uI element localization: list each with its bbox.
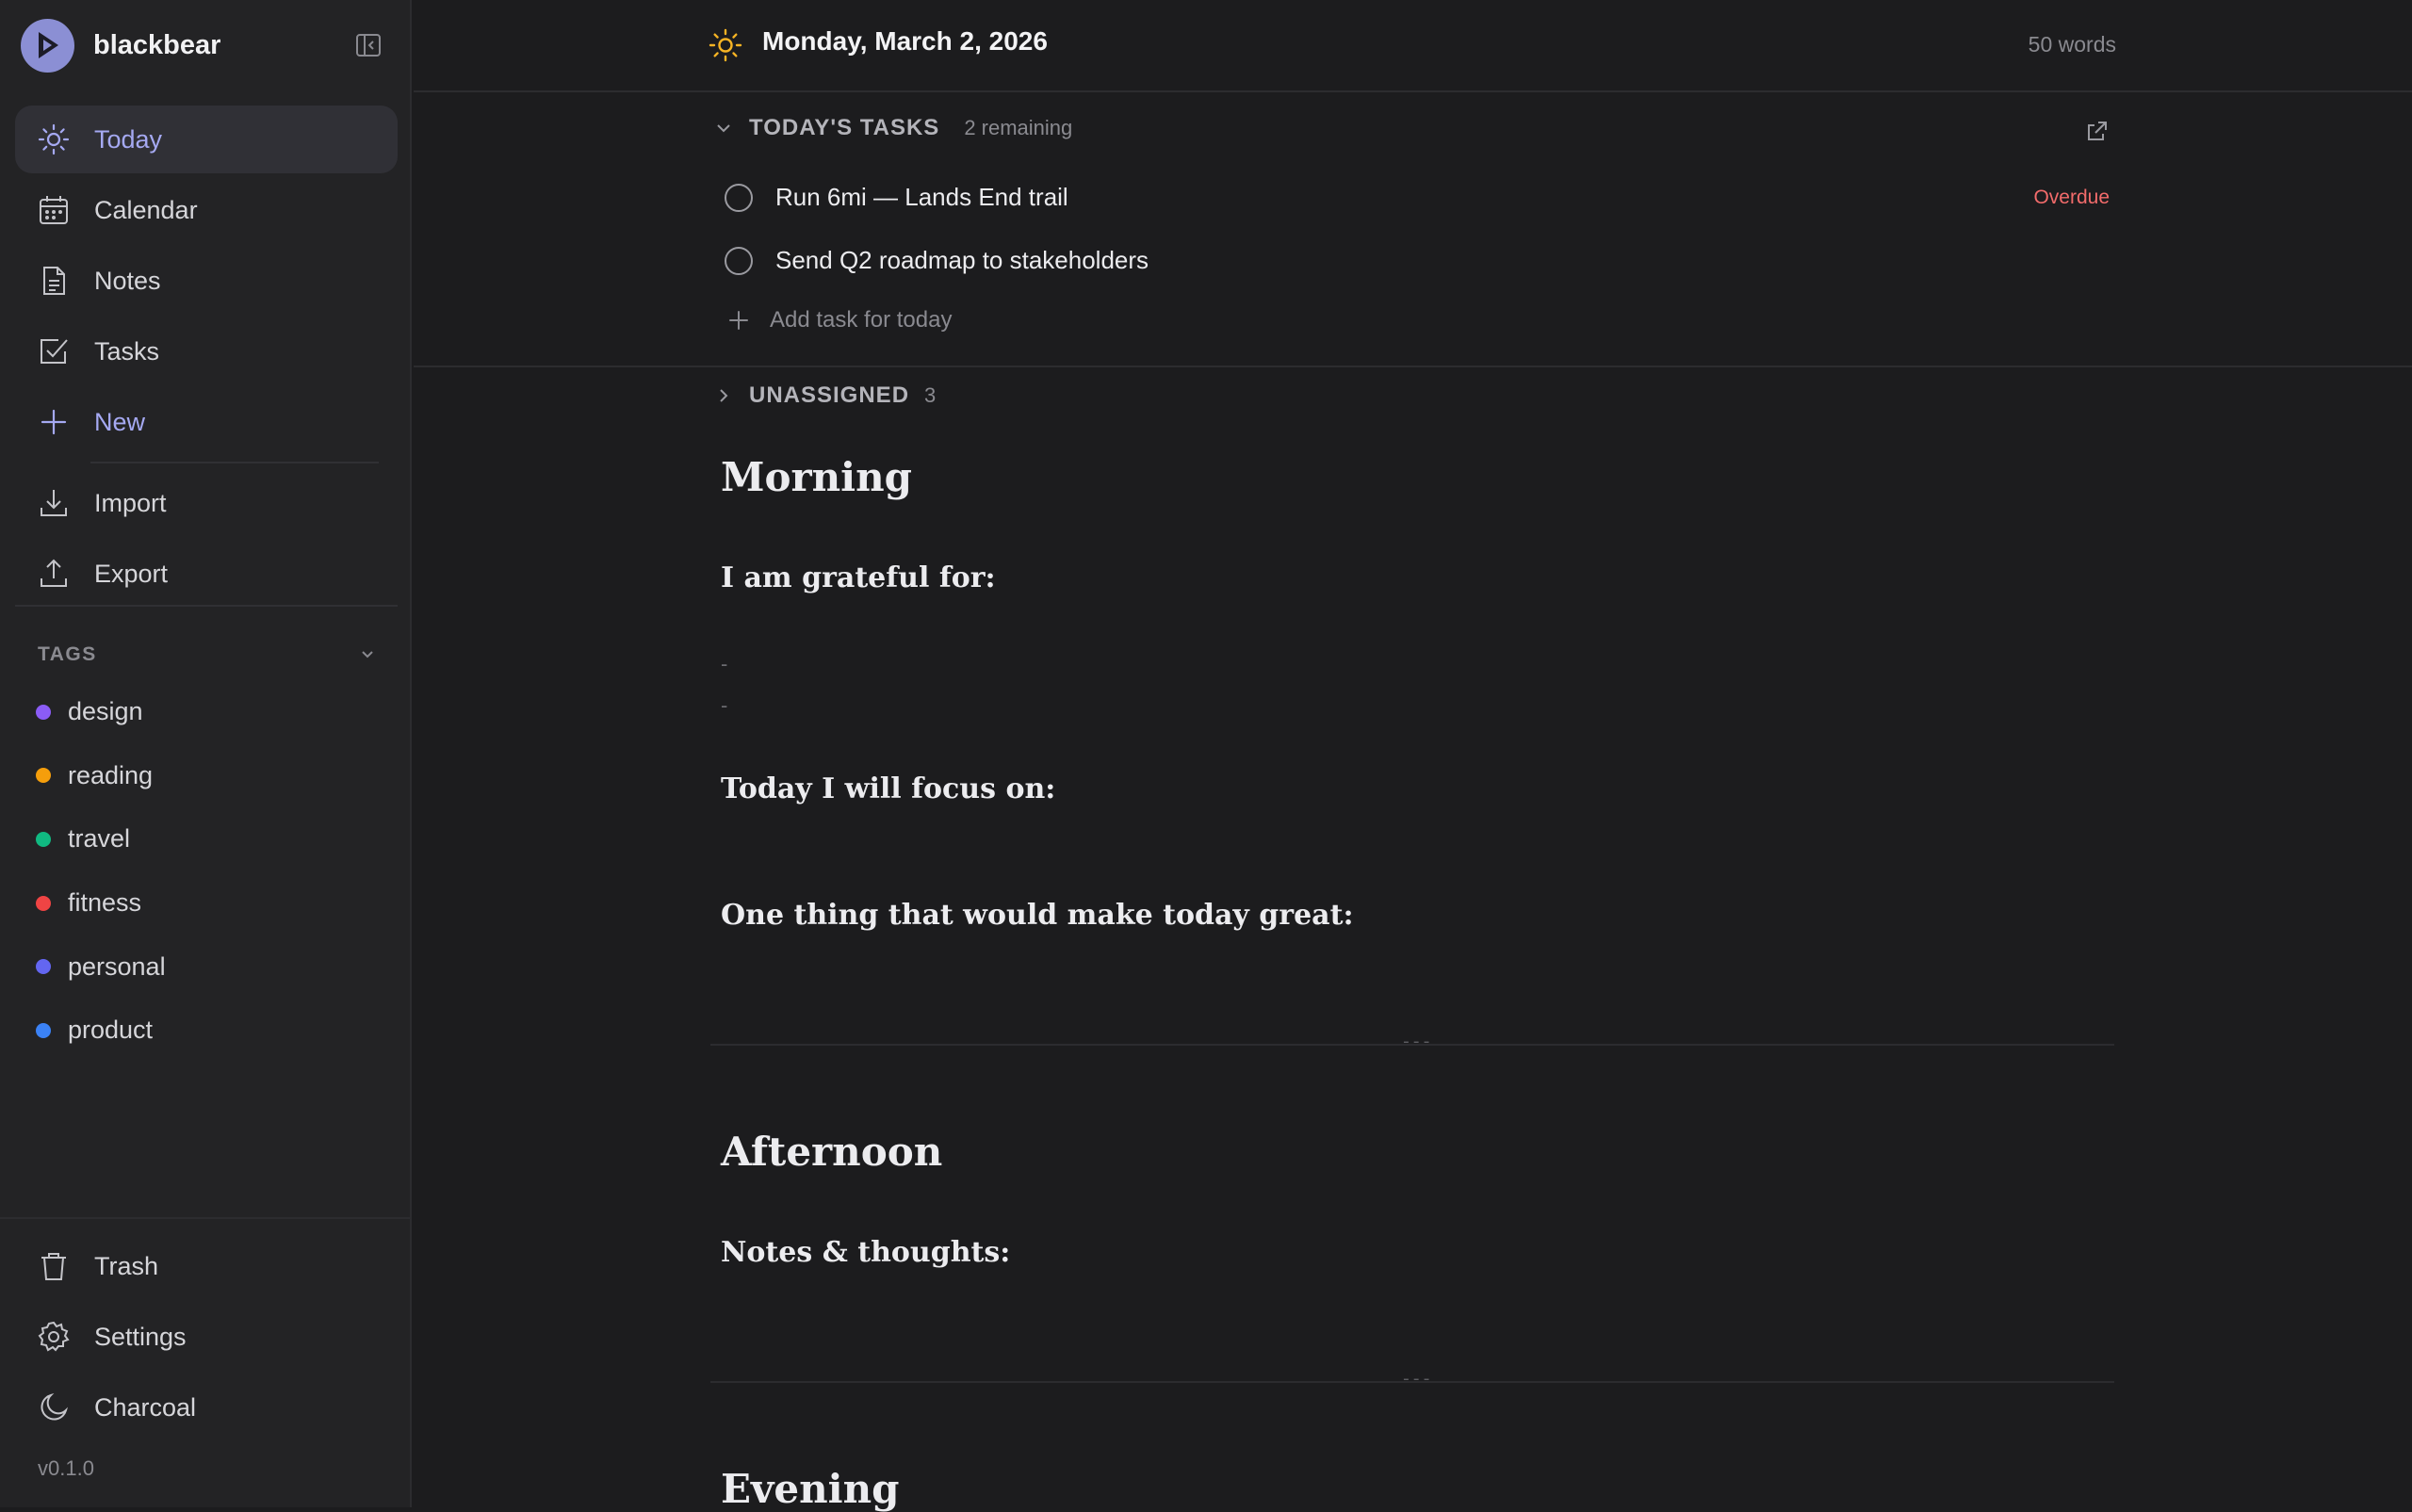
hr-marker: --- [1401, 1033, 1432, 1052]
tag-label: design [68, 697, 143, 726]
sun-icon [709, 28, 742, 62]
calendar-icon [38, 194, 70, 226]
gear-icon [38, 1321, 70, 1353]
add-task-button[interactable]: Add task for today [726, 307, 952, 333]
tag-fitness[interactable]: fitness [36, 871, 375, 935]
plus-icon [38, 406, 70, 438]
sidebar-item-label: Calendar [94, 195, 198, 224]
sidebar-item-new[interactable]: New [15, 388, 398, 456]
tag-list: design reading travel fitness personal p… [36, 680, 375, 1063]
download-icon [38, 487, 70, 519]
tag-dot [36, 1022, 51, 1038]
sidebar-item-settings[interactable]: Settings [15, 1303, 398, 1371]
sidebar-item-notes[interactable]: Notes [15, 247, 398, 315]
tag-label: fitness [68, 888, 142, 918]
brand[interactable]: blackbear [21, 18, 221, 73]
sun-icon [38, 123, 70, 155]
tag-label: reading [68, 760, 154, 789]
sidebar-item-label: Tasks [94, 336, 160, 366]
sidebar-item-label: Notes [94, 266, 161, 295]
hr-marker: --- [1401, 1371, 1432, 1390]
todays-tasks-count: 2 remaining [964, 116, 1073, 139]
add-task-label: Add task for today [770, 307, 953, 333]
chevron-down-icon [717, 124, 730, 133]
task-row[interactable]: Run 6mi — Lands End trail Overdue [725, 183, 2110, 212]
tag-dot [36, 959, 51, 975]
sidebar-collapse-icon[interactable] [354, 31, 383, 59]
page-title: Monday, March 2, 2026 [762, 26, 1048, 56]
task-row[interactable]: Send Q2 roadmap to stakeholders [725, 246, 2110, 275]
tag-label: product [68, 1016, 154, 1045]
sidebar-item-calendar[interactable]: Calendar [15, 176, 398, 244]
tag-reading[interactable]: reading [36, 744, 375, 808]
heading-morning: Morning [721, 454, 913, 500]
checkbox-icon [38, 335, 70, 367]
sidebar-item-label: Import [94, 488, 167, 517]
app-name: blackbear [93, 29, 221, 60]
task-checkbox[interactable] [725, 183, 753, 212]
todays-tasks-header[interactable]: TODAY'S TASKS 2 remaining [713, 115, 1072, 141]
chevron-right-icon [720, 389, 728, 402]
logo-icon [21, 18, 74, 73]
tag-dot [36, 895, 51, 911]
list-item: - [721, 652, 728, 675]
sidebar-item-label: Settings [94, 1322, 187, 1351]
unassigned-header[interactable]: UNASSIGNED 3 [713, 382, 936, 409]
sidebar: blackbear Today Calendar Notes Tasks New… [0, 0, 412, 1507]
sidebar-item-label: Trash [94, 1251, 159, 1280]
document-icon [38, 265, 70, 297]
heading-afternoon: Afternoon [721, 1129, 943, 1175]
sidebar-nav: Today Calendar Notes Tasks New Import Ex… [15, 106, 398, 610]
sidebar-divider [15, 605, 398, 607]
external-link-icon[interactable] [2085, 119, 2110, 143]
tag-label: travel [68, 824, 131, 854]
heading-great: One thing that would make today great: [721, 899, 1354, 932]
chevron-down-icon [362, 651, 373, 658]
task-checkbox[interactable] [725, 246, 753, 275]
heading-evening: Evening [721, 1466, 900, 1512]
tag-personal[interactable]: personal [36, 935, 375, 999]
tag-dot [36, 768, 51, 784]
unassigned-label: UNASSIGNED [749, 382, 910, 408]
sidebar-item-label: Today [94, 124, 163, 154]
moon-icon [38, 1391, 70, 1423]
sidebar-item-trash[interactable]: Trash [15, 1232, 398, 1300]
trash-icon [38, 1250, 70, 1282]
overdue-badge: Overdue [2033, 186, 2110, 208]
upload-icon [38, 558, 70, 590]
sidebar-footer-divider [0, 1217, 412, 1219]
tag-dot [36, 704, 51, 720]
sidebar-item-label: Export [94, 559, 169, 588]
sidebar-item-label: New [94, 407, 146, 436]
sidebar-item-import[interactable]: Import [15, 469, 398, 537]
heading-focus: Today I will focus on: [721, 772, 1056, 805]
word-count: 50 words [2028, 32, 2116, 57]
sidebar-item-theme[interactable]: Charcoal [15, 1374, 398, 1441]
task-title: Send Q2 roadmap to stakeholders [775, 246, 1149, 274]
tag-product[interactable]: product [36, 999, 375, 1063]
tag-label: personal [68, 951, 166, 981]
sidebar-bottom-nav: Trash Settings Charcoal [15, 1232, 398, 1444]
sidebar-item-export[interactable]: Export [15, 540, 398, 608]
tags-header-label: TAGS [38, 643, 97, 665]
heading-grateful: I am grateful for: [721, 561, 996, 594]
unassigned-count: 3 [924, 383, 937, 407]
page-header: Monday, March 2, 2026 50 words [414, 0, 2412, 92]
tag-travel[interactable]: travel [36, 807, 375, 871]
plus-icon [729, 311, 748, 330]
tag-design[interactable]: design [36, 680, 375, 744]
list-item: - [721, 693, 728, 717]
app-version: v0.1.0 [38, 1456, 94, 1480]
heading-notes: Notes & thoughts: [721, 1236, 1011, 1269]
sidebar-item-tasks[interactable]: Tasks [15, 317, 398, 385]
sidebar-item-label: Charcoal [94, 1392, 197, 1422]
task-title: Run 6mi — Lands End trail [775, 183, 1068, 211]
tag-dot [36, 831, 51, 847]
todays-tasks-panel: TODAY'S TASKS 2 remaining Run 6mi — Land… [414, 92, 2412, 367]
nav-divider [90, 462, 379, 463]
tags-header[interactable]: TAGS [38, 641, 377, 669]
todays-tasks-label: TODAY'S TASKS [749, 115, 940, 140]
sidebar-item-today[interactable]: Today [15, 106, 398, 173]
